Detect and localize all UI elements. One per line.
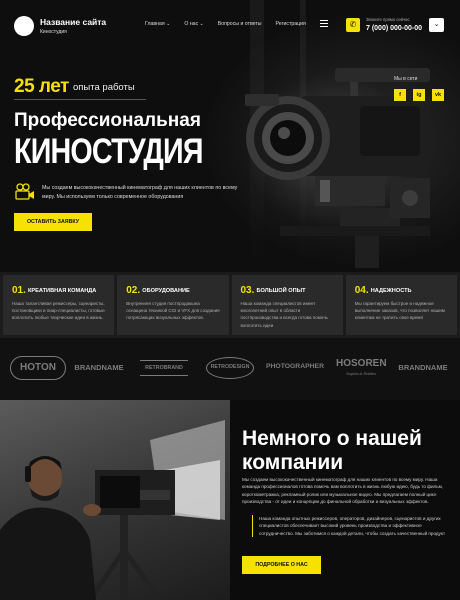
nav-item-registration[interactable]: Регистрация: [275, 21, 305, 27]
instagram-icon[interactable]: ig: [413, 89, 425, 101]
about-section: Немного о нашей компании Мы создаем высо…: [0, 400, 460, 600]
nav-item-about[interactable]: О нас: [184, 21, 203, 27]
about-more-button[interactable]: ПОДРОБНЕЕ О НАС: [242, 556, 321, 574]
social-label: Мы в сети: [394, 76, 418, 82]
film-camera-image: [245, 68, 430, 268]
phone-label: Звоните прямо сейчас: [366, 17, 410, 22]
feature-card: 03. БОЛЬШОЙ ОПЫТ Наша команда специалист…: [231, 275, 343, 335]
nav-item-home[interactable]: Главная: [145, 21, 170, 27]
about-title: Немного о нашей компании: [242, 427, 422, 474]
brand-tagline: Sophia & Robles: [346, 371, 376, 376]
menu-icon[interactable]: [320, 20, 328, 27]
feature-number: 01.: [12, 285, 26, 296]
hero-headline-line1: Профессиональная: [14, 110, 201, 131]
feature-number: 04.: [354, 285, 369, 296]
feature-title: КРЕАТИВНАЯ КОМАНДА: [28, 288, 97, 294]
brand-logo: HOTON: [10, 356, 66, 380]
hero-section: Название сайта Киностудия Главная О нас …: [0, 0, 460, 272]
about-quote: Наша команда опытных режиссеров, операто…: [252, 515, 448, 537]
video-camera-icon: [15, 183, 34, 200]
feature-title: ОБОРУДОВАНИЕ: [142, 288, 190, 294]
feature-text: Внутренняя студия постпродакшна оснащена…: [126, 301, 220, 321]
hero-headline-line2: КИНОСТУДИЯ: [14, 132, 203, 171]
site-title[interactable]: Название сайта: [40, 17, 106, 27]
phone-icon[interactable]: ✆: [346, 18, 360, 32]
logo[interactable]: [14, 16, 34, 36]
hero-description: Мы создаем высококачественный кинематогр…: [42, 185, 238, 200]
feature-text: Наша талантливая режиссеры, сценаристы, …: [12, 301, 105, 321]
brand-logo: RETROBRAND: [140, 360, 188, 376]
chevron-down-icon[interactable]: ⌄: [429, 18, 444, 32]
main-nav: Главная О нас Вопросы и ответы Регистрац…: [145, 21, 306, 27]
nav-item-faq[interactable]: Вопросы и ответы: [218, 21, 262, 27]
feature-title: БОЛЬШОЙ ОПЫТ: [256, 288, 306, 294]
brand-logos-strip: HOTON BRANDNAME RETROBRAND RETRODESIGN P…: [0, 338, 460, 400]
brand-logo: PHOTOGRAPHER: [265, 363, 325, 370]
vk-icon[interactable]: vk: [432, 89, 444, 101]
features-section: 01. КРЕАТИВНАЯ КОМАНДА Наша талантливая …: [0, 272, 460, 338]
brand-logo: BRANDNAME: [74, 363, 124, 372]
site-header: Название сайта Киностудия Главная О нас …: [0, 0, 460, 52]
site-subtitle: Киностудия: [40, 29, 67, 35]
brand-logo: BRANDNAME: [398, 363, 448, 372]
facebook-icon[interactable]: f: [394, 89, 406, 101]
feature-number: 02.: [126, 285, 141, 296]
years-badge: 25 лет: [14, 76, 69, 97]
cameraman-photo: [0, 400, 230, 600]
cameraman-illustration: [0, 420, 225, 600]
about-paragraph: Мы создаем высококачественный кинематогр…: [242, 477, 444, 504]
feature-title: НАДЕЖНОСТЬ: [370, 288, 412, 294]
years-text: опыта работы: [73, 82, 135, 93]
brand-logo: RETRODESIGN: [206, 357, 254, 379]
brand-logo: HOSOREN: [336, 358, 387, 369]
feature-card: 04. НАДЕЖНОСТЬ Мы гарантируем быстрое и …: [345, 275, 457, 335]
feature-number: 03.: [240, 285, 255, 296]
phone-number[interactable]: 7 (000) 000-00-00: [366, 25, 422, 32]
feature-text: Мы гарантируем быстрое и надежное выполн…: [354, 301, 445, 321]
divider: [14, 99, 146, 100]
submit-request-button[interactable]: ОСТАВИТЬ ЗАЯВКУ: [14, 213, 92, 231]
feature-text: Наша команда специалистов имеет многолет…: [240, 301, 328, 328]
feature-card: 01. КРЕАТИВНАЯ КОМАНДА Наша талантливая …: [3, 275, 115, 335]
feature-card: 02. ОБОРУДОВАНИЕ Внутренняя студия постп…: [117, 275, 229, 335]
